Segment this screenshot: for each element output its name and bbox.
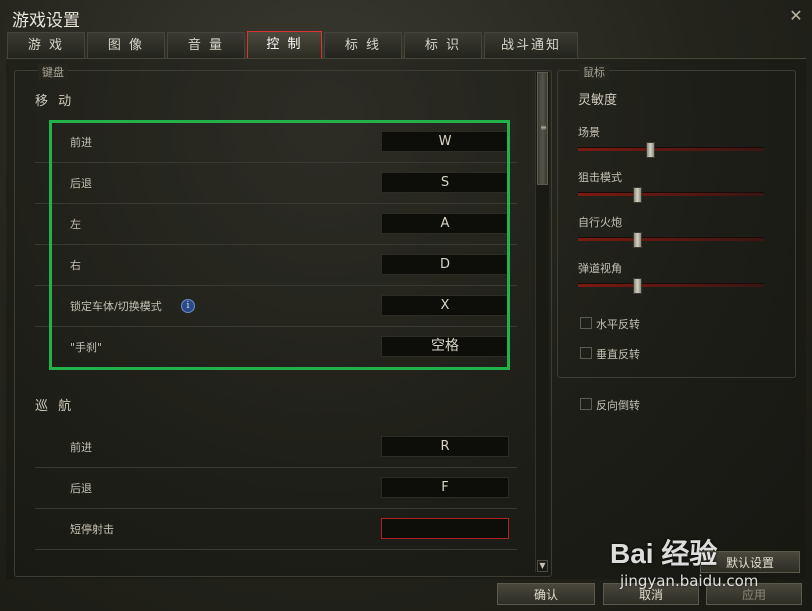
- keybind-label: 短停射击: [70, 523, 114, 536]
- slider-thumb[interactable]: [633, 232, 642, 248]
- slider-label: 弹道视角: [578, 262, 622, 275]
- tab-icons[interactable]: 标 识: [404, 32, 482, 58]
- keybind-field-left[interactable]: A: [381, 213, 509, 234]
- keybind-field-cruise-backward[interactable]: F: [381, 477, 509, 498]
- slider-thumb[interactable]: [633, 278, 642, 294]
- keybind-field-right[interactable]: D: [381, 254, 509, 275]
- keybind-label: 右: [70, 259, 81, 272]
- move-section-title: 移 动: [35, 94, 75, 109]
- checkbox-reverse-turn[interactable]: [580, 398, 592, 410]
- watermark-url: jingyan.baidu.com: [620, 572, 759, 590]
- slider-sniper[interactable]: [578, 187, 764, 203]
- keybind-field-lock-hull[interactable]: X: [381, 295, 509, 316]
- keybind-label: 后退: [70, 177, 92, 190]
- slider-ballistic[interactable]: [578, 278, 764, 294]
- slider-label: 狙击模式: [578, 171, 622, 184]
- keybind-row-cruise-forward: 前进 R: [35, 427, 517, 468]
- slider-thumb[interactable]: [633, 187, 642, 203]
- window-title: 游戏设置: [12, 11, 80, 31]
- keybind-row-backward: 后退 S: [35, 163, 517, 204]
- watermark-brand: Bai 经验: [610, 538, 718, 569]
- keybind-label: 左: [70, 218, 81, 231]
- watermark: Bai 经验 jingyan.baidu.com: [610, 530, 810, 600]
- sensitivity-label: 灵敏度: [578, 93, 618, 108]
- cruise-section-title: 巡 航: [35, 399, 75, 414]
- checkbox-invert-vertical[interactable]: [580, 347, 592, 359]
- keybind-label: 前进: [70, 441, 92, 454]
- keybind-label: 锁定车体/切换模式: [70, 300, 162, 313]
- keybind-label: 后退: [70, 482, 92, 495]
- keybind-row-forward: 前进 W: [35, 122, 517, 163]
- keybind-field-short-stop[interactable]: [381, 518, 509, 539]
- slider-label: 自行火炮: [578, 216, 622, 229]
- tab-game[interactable]: 游 戏: [7, 32, 85, 58]
- info-icon[interactable]: i: [181, 299, 195, 313]
- checkbox-label: 垂直反转: [596, 348, 640, 361]
- ok-button[interactable]: 确认: [497, 583, 595, 605]
- checkbox-label: 反向倒转: [596, 399, 640, 412]
- tab-graphics[interactable]: 图 像: [87, 32, 165, 58]
- keybind-field-handbrake[interactable]: 空格: [381, 336, 509, 357]
- grip-icon: ≡: [540, 123, 547, 132]
- keybind-row-cruise-backward: 后退 F: [35, 468, 517, 509]
- mouse-legend: 鼠标: [579, 64, 609, 80]
- settings-window: 游戏设置 ✕ 游 戏 图 像 音 量 控 制 标 线 标 识 战斗通知 键盘 移…: [0, 0, 812, 611]
- slider-artillery[interactable]: [578, 232, 764, 248]
- keybind-field-backward[interactable]: S: [381, 172, 509, 193]
- checkbox-invert-horizontal[interactable]: [580, 317, 592, 329]
- checkbox-label: 水平反转: [596, 318, 640, 331]
- tab-markers[interactable]: 标 线: [324, 32, 402, 58]
- keyboard-legend: 键盘: [38, 64, 68, 80]
- keybind-field-cruise-forward[interactable]: R: [381, 436, 509, 457]
- keybind-label: "手刹": [70, 341, 103, 354]
- keybind-row-short-stop: 短停射击: [35, 509, 517, 550]
- tab-battle-notifications[interactable]: 战斗通知: [484, 32, 578, 58]
- close-icon[interactable]: ✕: [786, 6, 806, 26]
- slider-label: 场景: [578, 126, 600, 139]
- chevron-down-icon[interactable]: ▼: [537, 560, 548, 572]
- keybind-field-forward[interactable]: W: [381, 131, 509, 152]
- keybind-row-right: 右 D: [35, 245, 517, 286]
- keybind-row-lock-hull: 锁定车体/切换模式 i X: [35, 286, 517, 327]
- keybind-row-handbrake: "手刹" 空格: [35, 327, 517, 367]
- tab-controls[interactable]: 控 制: [247, 31, 322, 59]
- slider-scene[interactable]: [578, 142, 764, 158]
- scroll-thumb[interactable]: ≡: [537, 72, 548, 185]
- keybind-label: 前进: [70, 136, 92, 149]
- keyboard-scrollbar[interactable]: ≡ ▼: [535, 72, 549, 572]
- slider-thumb[interactable]: [646, 142, 655, 158]
- keybind-row-left: 左 A: [35, 204, 517, 245]
- tab-sound[interactable]: 音 量: [167, 32, 245, 58]
